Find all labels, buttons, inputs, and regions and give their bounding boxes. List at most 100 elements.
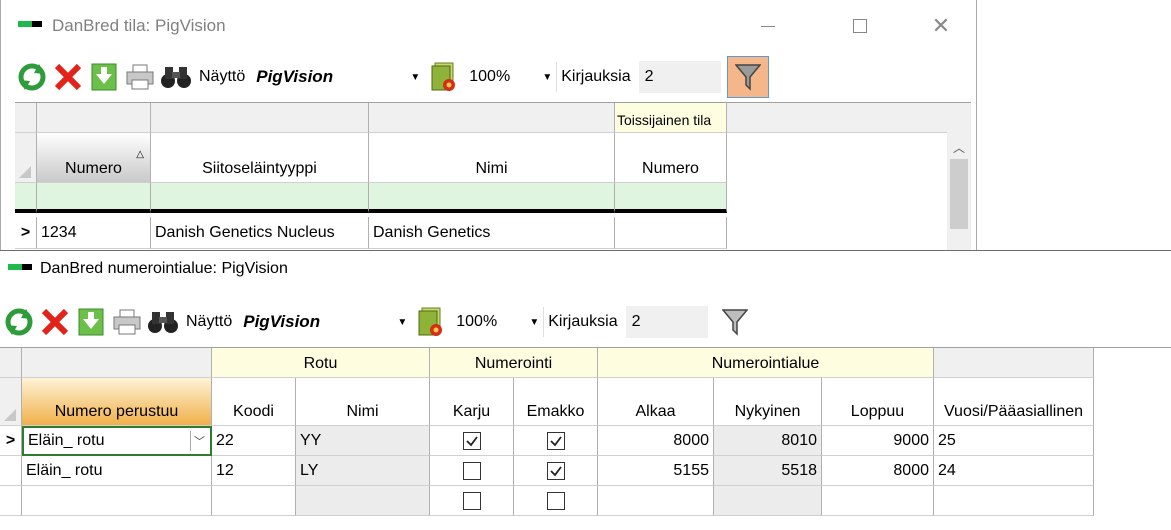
cell-siitoselaintyyppi[interactable]: Danish Genetics Nucleus	[151, 217, 369, 249]
cell-emakko[interactable]	[514, 426, 598, 456]
column-header-loppuu[interactable]: Loppuu	[822, 378, 934, 426]
column-header-karju[interactable]: Karju	[430, 378, 514, 426]
view-select[interactable]: PigVision ▼	[249, 62, 428, 92]
print-button[interactable]	[123, 60, 157, 94]
cell-numero-secondary[interactable]	[615, 217, 727, 249]
column-header-numero[interactable]: Numero △	[37, 133, 151, 183]
column-header-koodi[interactable]: Koodi	[212, 378, 296, 426]
row-marker[interactable]	[0, 486, 22, 516]
cell-nimi	[296, 486, 430, 516]
zoom-select[interactable]: 100% ▼	[452, 307, 545, 337]
cell-vuosi[interactable]	[934, 486, 1094, 516]
cell-karju[interactable]	[430, 426, 514, 456]
column-header-nykyinen[interactable]: Nykyinen	[714, 378, 822, 426]
karju-checkbox[interactable]	[462, 461, 481, 480]
emakko-checkbox[interactable]	[546, 431, 565, 450]
cell-vuosi[interactable]: 25	[934, 426, 1094, 456]
new-row-cell[interactable]	[615, 183, 727, 213]
scroll-up-icon[interactable]: ︿	[947, 137, 971, 157]
chevron-down-icon[interactable]: ﹀	[190, 431, 208, 451]
new-row-cell[interactable]	[369, 183, 615, 213]
checkmark-icon	[549, 435, 562, 446]
export-button[interactable]	[87, 60, 121, 94]
chevron-down-icon: ▼	[410, 71, 421, 83]
filter-button[interactable]	[714, 301, 756, 343]
zoom-select[interactable]: 100% ▼	[465, 62, 558, 92]
karju-checkbox[interactable]	[462, 491, 481, 510]
cell-nimi[interactable]: Danish Genetics	[369, 217, 615, 249]
new-row-header[interactable]	[15, 183, 37, 213]
binoculars-icon	[148, 312, 178, 333]
select-all-cell[interactable]	[0, 378, 22, 426]
cell-alkaa[interactable]	[598, 486, 714, 516]
column-header-numero-secondary[interactable]: Numero	[615, 133, 727, 183]
cell-numero-perustuu[interactable]: Eläin_ rotu	[22, 456, 212, 486]
cell-emakko[interactable]	[514, 456, 598, 486]
filter-icon	[734, 64, 761, 91]
column-header-numero-perustuu[interactable]: Numero perustuu	[22, 378, 212, 426]
emakko-checkbox[interactable]	[546, 491, 565, 510]
refresh-button[interactable]	[2, 305, 36, 339]
cell-emakko[interactable]	[514, 486, 598, 516]
cell-loppuu[interactable]: 9000	[822, 426, 934, 456]
refresh-icon	[18, 63, 46, 91]
cell-vuosi[interactable]: 24	[934, 456, 1094, 486]
minimize-button[interactable]	[745, 14, 791, 38]
title-bar: DanBred tila: PigVision	[1, 0, 976, 52]
cell-karju[interactable]	[430, 486, 514, 516]
delete-button[interactable]	[51, 60, 85, 94]
delete-button[interactable]	[38, 305, 72, 339]
count-label: Kirjauksia	[561, 68, 631, 85]
refresh-button[interactable]	[15, 60, 49, 94]
numero-perustuu-combo[interactable]: Eläin_ rotu ﹀	[22, 426, 212, 456]
maximize-icon	[853, 19, 867, 33]
new-row-cell[interactable]	[37, 183, 151, 213]
report-button[interactable]	[427, 60, 461, 94]
column-header-siitoselaintyyppi[interactable]: Siitoseläintyyppi	[151, 133, 369, 183]
row-marker[interactable]	[0, 456, 22, 486]
group-header-numerointialue: Numerointialue	[598, 348, 934, 378]
view-select[interactable]: PigVision ▼	[236, 307, 415, 337]
print-button[interactable]	[110, 305, 144, 339]
group-header-empty	[934, 348, 1094, 378]
group-header-numerointi: Numerointi	[430, 348, 598, 378]
column-header-vuosi[interactable]: Vuosi/Pääasiallinen	[934, 378, 1094, 426]
row-marker[interactable]: >	[15, 217, 37, 249]
karju-checkbox[interactable]	[462, 431, 481, 450]
filter-button[interactable]	[726, 56, 769, 98]
chevron-down-icon: ▼	[542, 71, 553, 83]
report-button[interactable]	[414, 305, 448, 339]
cell-numero-perustuu[interactable]	[22, 486, 212, 516]
cell-alkaa[interactable]: 5155	[598, 456, 714, 486]
search-button[interactable]	[146, 305, 180, 339]
new-row-cell[interactable]	[151, 183, 369, 213]
group-header-secondary: Toissijainen tila	[615, 103, 727, 133]
cell-koodi[interactable]: 12	[212, 456, 296, 486]
cell-nimi: LY	[296, 456, 430, 486]
export-button[interactable]	[74, 305, 108, 339]
print-icon	[113, 309, 141, 335]
cell-karju[interactable]	[430, 456, 514, 486]
column-header-emakko[interactable]: Emakko	[514, 378, 598, 426]
cell-koodi[interactable]	[212, 486, 296, 516]
cell-numero[interactable]: 1234	[37, 217, 151, 249]
row-marker[interactable]: >	[0, 426, 22, 456]
corner-cell	[15, 103, 37, 133]
cell-alkaa[interactable]: 8000	[598, 426, 714, 456]
cell-loppuu[interactable]: 8000	[822, 456, 934, 486]
cell-loppuu[interactable]	[822, 486, 934, 516]
vertical-scrollbar[interactable]: ︿	[947, 103, 971, 251]
emakko-checkbox[interactable]	[546, 461, 565, 480]
close-button[interactable]: ✕	[918, 13, 964, 38]
group-header-empty	[37, 103, 151, 133]
cell-koodi[interactable]: 22	[212, 426, 296, 456]
cell-nimi: YY	[296, 426, 430, 456]
column-header-nimi[interactable]: Nimi	[369, 133, 615, 183]
maximize-button[interactable]	[837, 14, 883, 38]
column-header-nimi[interactable]: Nimi	[296, 378, 430, 426]
column-header-alkaa[interactable]: Alkaa	[598, 378, 714, 426]
select-all-cell[interactable]	[15, 133, 37, 183]
report-icon	[418, 307, 443, 336]
scroll-thumb[interactable]	[950, 159, 968, 229]
search-button[interactable]	[159, 60, 193, 94]
